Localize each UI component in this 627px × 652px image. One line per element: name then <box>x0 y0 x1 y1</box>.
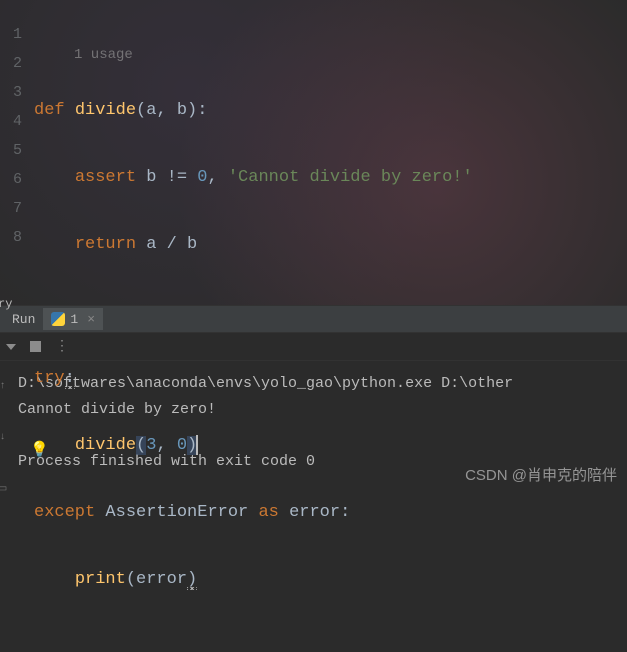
intention-bulb-icon[interactable]: 💡 <box>30 436 49 465</box>
side-tab-label[interactable]: ry <box>0 297 12 311</box>
rail-icon[interactable]: ↓ <box>0 432 6 443</box>
dropdown-icon[interactable] <box>6 344 16 350</box>
rail-icon[interactable]: ↑ <box>0 381 6 392</box>
code-line <box>34 297 473 326</box>
line-number-gutter: 1 2 3 4 5 6 7 8 <box>0 0 28 305</box>
code-line: print(error) <box>34 565 473 594</box>
rail-icon[interactable]: ▭ <box>0 483 7 495</box>
usage-hint: 1 usage <box>74 47 133 63</box>
code-line: except AssertionError as error: <box>34 498 473 527</box>
code-line: try: <box>34 364 473 393</box>
watermark: CSDN @肖申克的陪伴 <box>465 464 617 485</box>
code-editor[interactable]: 1 2 3 4 5 6 7 8 1 usage def divide(a, b)… <box>0 0 627 305</box>
text-cursor <box>196 435 198 455</box>
code-content[interactable]: 1 usage def divide(a, b): assert b != 0,… <box>28 0 473 305</box>
console-left-rail: ↑ ↓ ▭ <box>0 361 5 515</box>
code-line: 💡 divide(3, 0) <box>34 431 473 460</box>
code-line: assert b != 0, 'Cannot divide by zero!' <box>34 163 473 192</box>
code-line: def divide(a, b): <box>34 96 473 125</box>
code-line: return a / b <box>34 230 473 259</box>
